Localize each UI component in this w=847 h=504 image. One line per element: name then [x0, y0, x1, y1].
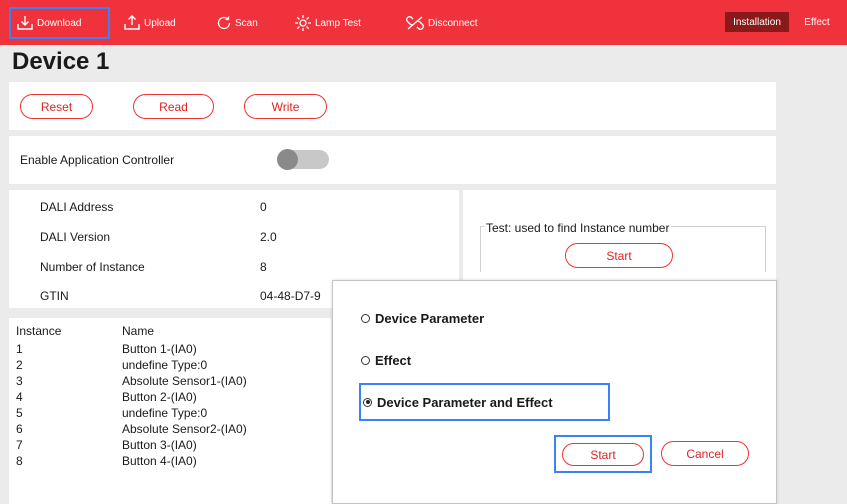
instance-name: Button 2-(IA0) [122, 390, 197, 404]
download-label: Download [37, 17, 82, 29]
gtin-label: GTIN [40, 289, 69, 303]
dialog-start-button[interactable]: Start [562, 443, 644, 466]
gtin-value: 04-48-D7-9 [260, 289, 321, 303]
write-button[interactable]: Write [244, 94, 327, 119]
instance-index: 2 [16, 358, 23, 372]
toolbar: Download Upload Scan Lamp Test Disconnec… [0, 0, 847, 45]
controller-label: Enable Application Controller [20, 153, 175, 167]
read-button[interactable]: Read [133, 94, 214, 119]
sun-icon [294, 14, 312, 32]
instance-index: 4 [16, 390, 23, 404]
refresh-icon [216, 15, 232, 31]
instance-name: Button 1-(IA0) [122, 342, 197, 356]
dali-address-value: 0 [260, 200, 267, 214]
option-device-parameter[interactable]: Device Parameter [361, 311, 484, 326]
instance-name: Absolute Sensor1-(IA0) [122, 374, 247, 388]
radio-button-selected[interactable] [363, 397, 372, 407]
instance-name: Absolute Sensor2-(IA0) [122, 422, 247, 436]
tab-installation[interactable]: Installation [725, 12, 789, 32]
scan-label: Scan [235, 17, 258, 29]
disconnect-button[interactable]: Disconnect [405, 7, 477, 39]
instance-index: 7 [16, 438, 23, 452]
dali-version-label: DALI Version [40, 230, 111, 244]
disconnect-label: Disconnect [428, 17, 478, 29]
radio-button[interactable] [361, 356, 370, 365]
name-column-header: Name [122, 324, 155, 338]
action-panel: Reset Read Write [9, 82, 776, 130]
dialog-cancel-button[interactable]: Cancel [661, 441, 749, 466]
application-controller-toggle[interactable] [277, 149, 329, 170]
option-device-parameter-and-effect[interactable]: Device Parameter and Effect [359, 383, 610, 421]
instance-index: 1 [16, 342, 23, 356]
option-label: Device Parameter and Effect [377, 394, 553, 410]
tab-effect[interactable]: Effect [789, 12, 845, 32]
download-button[interactable]: Download [9, 7, 110, 39]
instance-index: 8 [16, 454, 23, 468]
upload-label: Upload [144, 17, 176, 29]
controller-panel: Enable Application Controller [9, 136, 776, 184]
instance-count-value: 8 [260, 260, 267, 274]
toggle-knob [277, 149, 298, 170]
option-effect[interactable]: Effect [361, 353, 411, 368]
instance-index: 5 [16, 406, 23, 420]
start-button-highlight: Start [554, 435, 652, 473]
option-label: Effect [375, 353, 412, 368]
download-icon [16, 14, 34, 32]
app-window: Download Upload Scan Lamp Test Disconnec… [0, 0, 847, 504]
radio-button[interactable] [361, 314, 370, 323]
dali-address-label: DALI Address [40, 200, 114, 214]
download-options-dialog: Device Parameter Effect Device Parameter… [332, 280, 777, 504]
lamp-test-label: Lamp Test [315, 17, 361, 29]
lamp-test-button[interactable]: Lamp Test [294, 7, 361, 39]
instance-index: 3 [16, 374, 23, 388]
instance-name: Button 4-(IA0) [122, 454, 197, 468]
scan-button[interactable]: Scan [216, 7, 258, 39]
dali-version-value: 2.0 [260, 230, 277, 244]
reset-button[interactable]: Reset [20, 94, 93, 119]
upload-button[interactable]: Upload [123, 7, 176, 39]
instance-table: Instance Name 1 Button 1-(IA0) 2 undefine T… [9, 318, 331, 504]
instance-name: Button 3-(IA0) [122, 438, 197, 452]
instance-name: undefine Type:0 [122, 358, 208, 372]
instance-count-label: Number of Instance [40, 260, 145, 274]
instance-name: undefine Type:0 [122, 406, 208, 420]
page-title: Device 1 [12, 48, 110, 75]
option-label: Device Parameter [375, 311, 485, 326]
instance-column-header: Instance [16, 324, 62, 338]
unlink-icon [405, 14, 425, 32]
instance-index: 6 [16, 422, 23, 436]
test-legend: Test: used to find Instance number [484, 221, 672, 235]
upload-icon [123, 14, 141, 32]
test-start-button[interactable]: Start [565, 243, 673, 268]
